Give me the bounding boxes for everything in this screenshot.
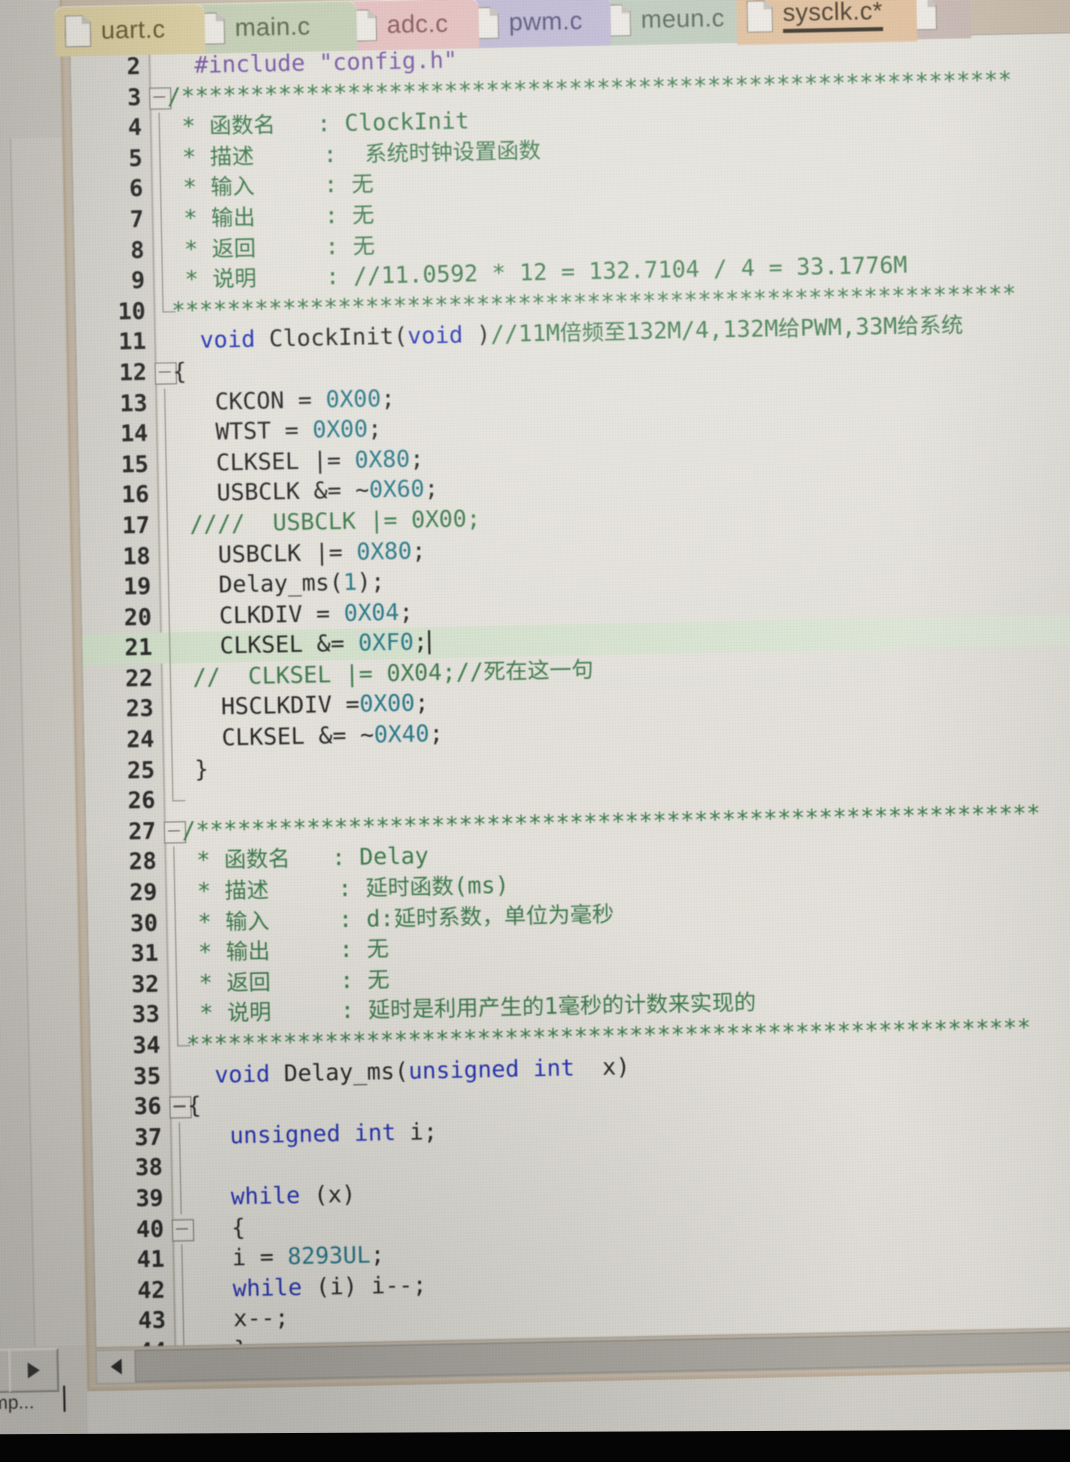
tab-mainc[interactable]: main.c — [188, 0, 358, 54]
line-number: 41 — [136, 1246, 165, 1274]
line-number: 3 — [127, 84, 142, 111]
tab-label: pwm.c — [508, 6, 583, 37]
line-number: 31 — [130, 940, 159, 968]
line-number: 44 — [96, 1337, 167, 1348]
line-number: 10 — [117, 298, 146, 326]
line-number: 26 — [127, 788, 156, 815]
triangle-right-icon — [27, 1362, 40, 1379]
left-scroll-next-button[interactable] — [8, 1347, 60, 1393]
tab-label: sysclk.c* — [782, 0, 884, 34]
line-number: 7 — [129, 206, 144, 234]
tab-label: adc.c — [386, 9, 449, 39]
line-number: 4 — [127, 115, 143, 142]
line-number: 6 — [128, 176, 144, 203]
line-number: 23 — [125, 696, 154, 723]
tab-uartc[interactable]: uart.c — [54, 3, 206, 57]
tab-meunc[interactable]: meun.c — [594, 0, 754, 46]
line-number: 35 — [132, 1063, 162, 1090]
line-number: 25 — [126, 757, 156, 784]
code-editor-area[interactable]: 2 #include "config.h" 3/*****************… — [69, 31, 1070, 1349]
line-number: 8 — [130, 237, 145, 264]
tab-label: uart.c — [100, 14, 166, 45]
line-number: 33 — [131, 1002, 160, 1029]
line-number: 30 — [129, 910, 159, 937]
line-number: 29 — [129, 879, 158, 907]
line-number: 2 — [126, 53, 141, 81]
line-number: 20 — [123, 604, 152, 632]
triangle-left-icon — [110, 1358, 122, 1375]
line-number: 32 — [131, 971, 160, 999]
line-number: 16 — [121, 482, 150, 509]
text-caret — [63, 1385, 66, 1412]
monitor-bezel-bottom — [0, 1429, 1070, 1462]
line-number: 14 — [120, 420, 149, 448]
editor-window: uart.c main.c adc.c pwm.c meun.c sysclk.c* 2 … — [54, 0, 1070, 1392]
line-number: 42 — [137, 1277, 166, 1304]
fold-end-bracket — [172, 785, 186, 802]
line-number: 21 — [124, 635, 153, 662]
line-number: 12 — [118, 359, 148, 387]
line-number: 28 — [128, 849, 157, 876]
fold-guide-line — [179, 1152, 191, 1184]
line-number: 38 — [134, 1155, 164, 1182]
line-number: 34 — [132, 1032, 161, 1060]
line-number: 19 — [123, 573, 152, 601]
line-number: 40 — [136, 1216, 165, 1243]
line-number: 15 — [120, 451, 149, 479]
screen-photo: x emp... uart.cmain.cadc.cpwm.cmeun.csys… — [0, 0, 1070, 1462]
file-icon — [65, 15, 92, 48]
tab-label: meun.c — [640, 3, 725, 34]
scroll-left-button[interactable] — [96, 1350, 136, 1384]
line-number: 27 — [128, 818, 157, 846]
tab-label: main.c — [234, 12, 311, 42]
file-icon — [746, 0, 773, 33]
line-number: 5 — [128, 145, 143, 172]
line-number: 11 — [118, 329, 147, 356]
ide-screen: x emp... uart.cmain.cadc.cpwm.cmeun.csys… — [0, 0, 1070, 1462]
tab-pwmc[interactable]: pwm.c — [462, 0, 612, 49]
line-number: 22 — [124, 665, 154, 693]
line-number: 43 — [137, 1308, 167, 1335]
code-lines-container[interactable]: 2 #include "config.h" 3/*****************… — [70, 33, 1070, 1349]
text-cursor — [428, 630, 431, 655]
line-number: 17 — [121, 512, 151, 540]
line-number: 37 — [134, 1124, 163, 1152]
line-number: 39 — [135, 1185, 164, 1213]
line-number: 36 — [133, 1093, 162, 1121]
line-number: 24 — [126, 726, 155, 754]
line-number: 9 — [130, 268, 146, 295]
line-number: 18 — [122, 543, 151, 570]
tab-adcc[interactable]: adc.c — [340, 0, 480, 51]
bottom-left-status-label: emp... — [0, 1392, 35, 1415]
tab-sysclkc[interactable]: sysclk.c* — [736, 0, 918, 45]
line-number: 13 — [119, 390, 148, 417]
